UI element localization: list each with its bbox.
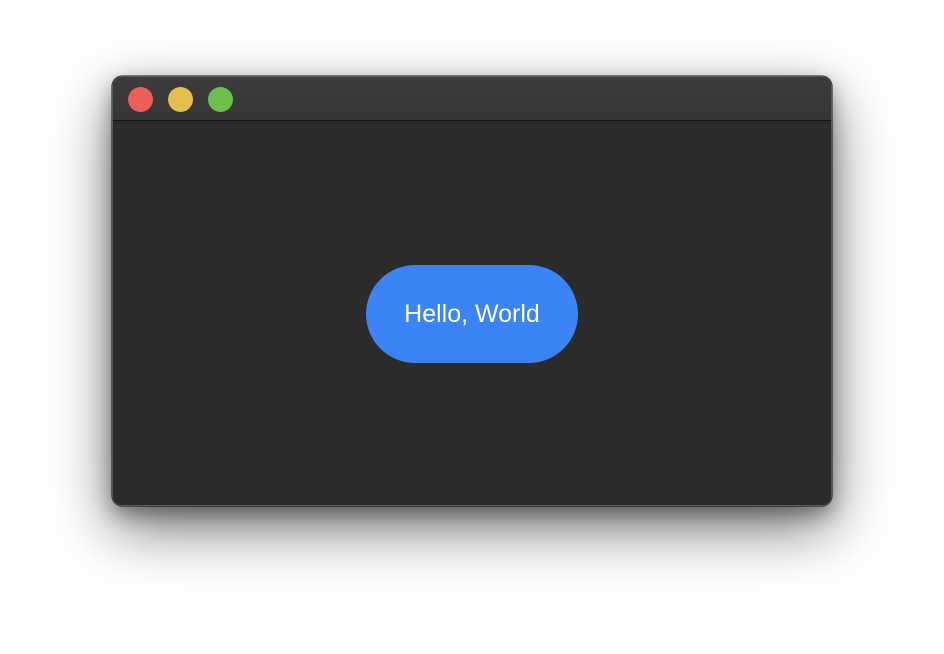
app-window: Hello, World <box>112 76 832 506</box>
zoom-window-button[interactable] <box>208 87 233 112</box>
close-window-button[interactable] <box>128 87 153 112</box>
title-bar[interactable] <box>113 77 831 121</box>
window-content: Hello, World <box>113 121 831 505</box>
minimize-window-button[interactable] <box>168 87 193 112</box>
hello-world-button[interactable]: Hello, World <box>366 265 578 363</box>
desktop-background: Hello, World <box>0 0 944 654</box>
